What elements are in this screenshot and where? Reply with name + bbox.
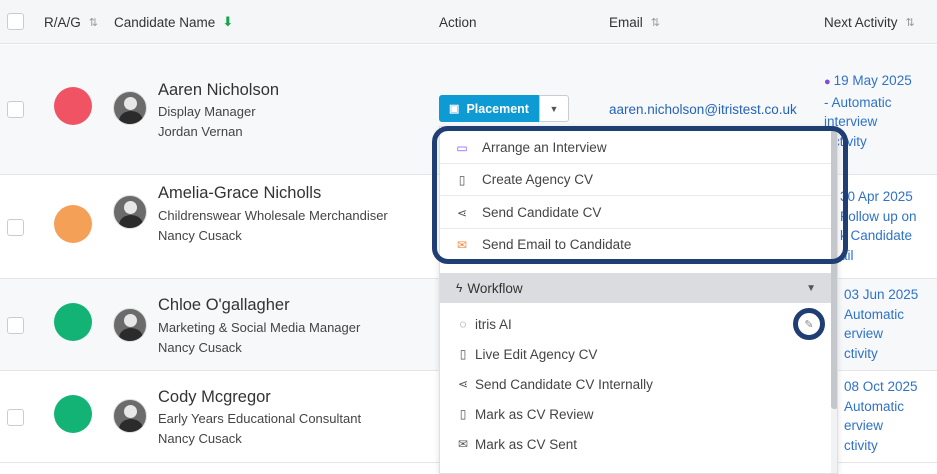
email-column-header[interactable]: Email ⇅ <box>609 0 660 44</box>
avatar <box>113 308 147 342</box>
placement-button[interactable]: ▣ Placement <box>439 95 539 122</box>
menu-item-send-cv-internally[interactable]: ⋖ Send Candidate CV Internally <box>440 369 832 399</box>
candidate-role: Early Years Educational Consultant <box>158 411 362 426</box>
sort-icon[interactable]: ⇅ <box>651 16 660 29</box>
menu-item-itris-ai[interactable]: ◌ itris AI <box>440 309 832 339</box>
pin-icon: ✎ <box>804 318 814 331</box>
menu-item-mark-cv-sent[interactable]: ✉ Mark as CV Sent <box>440 429 832 459</box>
select-all-checkbox[interactable] <box>7 13 24 30</box>
chat-icon: ◌ <box>459 317 467 331</box>
table-header: R/A/G ⇅ Candidate Name ⬇ Action Email ⇅ … <box>0 0 937 44</box>
rag-column-header[interactable]: R/A/G ⇅ <box>44 0 98 44</box>
next-activity-link[interactable]: 03 Jun 2025 Automatic erview ctivity <box>844 285 937 363</box>
row-checkbox[interactable] <box>7 101 24 118</box>
candidate-role: Marketing & Social Media Manager <box>158 320 361 335</box>
candidate-role: Display Manager <box>158 104 256 119</box>
sort-down-arrow-icon[interactable]: ⬇ <box>222 14 233 30</box>
candidate-name-link[interactable]: Chloe O'gallagher <box>158 296 290 315</box>
candidate-owner: Nancy Cusack <box>158 228 242 243</box>
next-activity-link[interactable]: 30 Apr 2025 Follow up on k Candidate ail <box>840 187 937 265</box>
rag-status-indicator <box>54 87 92 125</box>
candidate-name-link[interactable]: Aaren Nicholson <box>158 81 279 100</box>
email-link[interactable]: aaren.nicholson@itristest.co.uk <box>609 102 797 117</box>
action-column-header: Action <box>439 14 477 30</box>
menu-item-mark-cv-review[interactable]: ▯ Mark as CV Review <box>440 399 832 429</box>
chevron-down-icon: ▼ <box>806 282 816 294</box>
candidate-name-link[interactable]: Cody Mcgregor <box>158 388 271 407</box>
chat-icon: ● <box>824 76 831 88</box>
row-checkbox[interactable] <box>7 219 24 236</box>
candidate-name-link[interactable]: Amelia-Grace Nicholls <box>158 184 321 203</box>
annotation-highlight <box>432 126 848 264</box>
pin-button[interactable]: ✎ <box>793 308 825 340</box>
briefcase-icon: ▣ <box>449 103 460 115</box>
document-icon: ▯ <box>459 347 467 361</box>
rag-status-indicator <box>54 205 92 243</box>
rag-status-indicator <box>54 395 92 433</box>
sort-icon[interactable]: ⇅ <box>906 16 915 29</box>
row-checkbox[interactable] <box>7 317 24 334</box>
candidate-owner: Nancy Cusack <box>158 431 242 446</box>
candidate-owner: Nancy Cusack <box>158 340 242 355</box>
avatar <box>113 91 147 125</box>
avatar <box>113 195 147 229</box>
menu-item-live-edit-agency-cv[interactable]: ▯ Live Edit Agency CV <box>440 339 832 369</box>
share-icon: ⋖ <box>457 377 469 391</box>
next-activity-column-header[interactable]: Next Activity ⇅ <box>824 0 915 44</box>
sort-icon[interactable]: ⇅ <box>89 16 98 29</box>
workflow-section-toggle[interactable]: ϟ Workflow ▼ <box>440 273 832 303</box>
candidate-owner: Jordan Vernan <box>158 124 243 139</box>
row-checkbox[interactable] <box>7 409 24 426</box>
next-activity-link[interactable]: 08 Oct 2025 Automatic erview ctivity <box>844 377 937 455</box>
document-icon: ▯ <box>459 407 467 421</box>
envelope-check-icon: ✉ <box>457 437 469 451</box>
candidate-role: Childrenswear Wholesale Merchandiser <box>158 208 388 223</box>
lightning-icon: ϟ <box>456 281 463 295</box>
chevron-down-icon: ▼ <box>549 103 559 114</box>
rag-status-indicator <box>54 303 92 341</box>
avatar <box>113 399 147 433</box>
candidate-name-column-header[interactable]: Candidate Name ⬇ <box>114 0 233 44</box>
action-dropdown-toggle[interactable]: ▼ <box>539 95 569 122</box>
